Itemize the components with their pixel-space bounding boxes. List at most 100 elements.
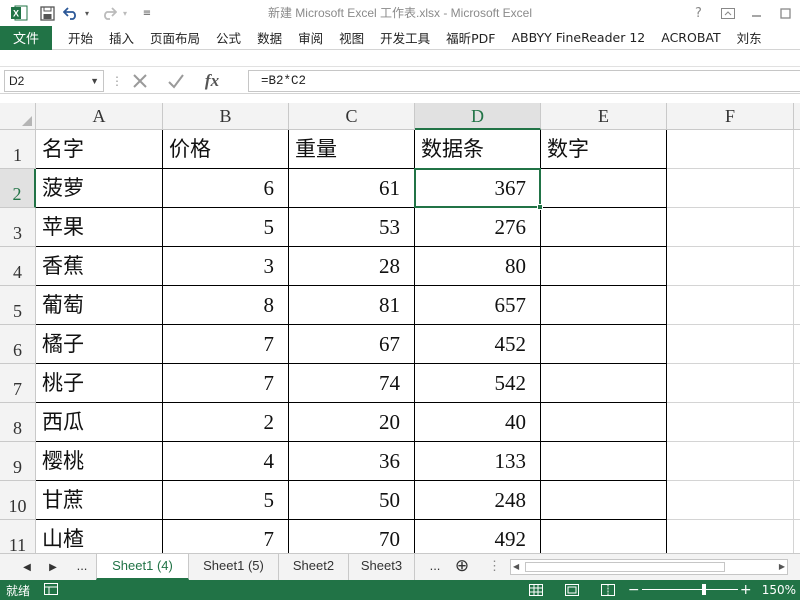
column-header-f[interactable]: F: [667, 103, 794, 130]
cell-e4[interactable]: [541, 247, 667, 286]
cell-a8[interactable]: 西瓜: [36, 403, 163, 442]
cell-c7[interactable]: 74: [289, 364, 415, 403]
tab-developer[interactable]: 开发工具: [372, 26, 438, 50]
cell-b1[interactable]: 价格: [163, 130, 289, 169]
cell-c1[interactable]: 重量: [289, 130, 415, 169]
cell-next-4[interactable]: [794, 247, 800, 286]
cell-d9[interactable]: 133: [415, 442, 541, 481]
cell-next-3[interactable]: [794, 208, 800, 247]
cell-a9[interactable]: 樱桃: [36, 442, 163, 481]
tab-acrobat[interactable]: ACROBAT: [653, 26, 728, 50]
cell-f8[interactable]: [667, 403, 794, 442]
cell-d5[interactable]: 657: [415, 286, 541, 325]
cell-next-10[interactable]: [794, 481, 800, 520]
zoom-in-icon[interactable]: +: [738, 580, 754, 600]
cell-f5[interactable]: [667, 286, 794, 325]
sheet-more-right[interactable]: ...: [422, 554, 448, 580]
cell-a1[interactable]: 名字: [36, 130, 163, 169]
macro-record-icon[interactable]: [44, 582, 59, 598]
cell-b6[interactable]: 7: [163, 325, 289, 364]
redo-icon[interactable]: [98, 2, 120, 24]
row-header-4[interactable]: 4: [0, 247, 36, 286]
cell-a4[interactable]: 香蕉: [36, 247, 163, 286]
cell-d4[interactable]: 80: [415, 247, 541, 286]
cell-e9[interactable]: [541, 442, 667, 481]
sheet-tab-sheet1-4[interactable]: Sheet1 (4): [96, 554, 189, 580]
cell-c2[interactable]: 61: [289, 169, 415, 208]
cell-b2[interactable]: 6: [163, 169, 289, 208]
cell-d7[interactable]: 542: [415, 364, 541, 403]
cell-c4[interactable]: 28: [289, 247, 415, 286]
cell-b11[interactable]: 7: [163, 520, 289, 553]
undo-dropdown-icon[interactable]: ▾: [82, 2, 92, 24]
cell-b7[interactable]: 7: [163, 364, 289, 403]
cell-f1[interactable]: [667, 130, 794, 169]
worksheet-grid[interactable]: A B C D E F 1 名字 价格 重量 数据条 数字 2 菠萝 6 61 367 3 苹果 5 53 276 4 香蕉 3…: [0, 103, 800, 553]
sheet-scroll-right-icon[interactable]: ▶: [42, 554, 64, 580]
cell-e1[interactable]: 数字: [541, 130, 667, 169]
cell-d2[interactable]: 367: [415, 169, 541, 208]
row-header-10[interactable]: 10: [0, 481, 36, 520]
cell-b4[interactable]: 3: [163, 247, 289, 286]
page-break-view-icon[interactable]: [590, 580, 626, 600]
cell-f9[interactable]: [667, 442, 794, 481]
column-header-e[interactable]: E: [541, 103, 667, 130]
cell-a2[interactable]: 菠萝: [36, 169, 163, 208]
zoom-slider-thumb[interactable]: [701, 584, 706, 595]
scroll-right-arrow-icon[interactable]: ▶: [779, 560, 785, 574]
column-header-next[interactable]: [794, 103, 800, 130]
cell-d8[interactable]: 40: [415, 403, 541, 442]
cell-c5[interactable]: 81: [289, 286, 415, 325]
tab-splitter-icon[interactable]: ⋮: [488, 554, 501, 580]
cell-f10[interactable]: [667, 481, 794, 520]
row-header-8[interactable]: 8: [0, 403, 36, 442]
cell-e8[interactable]: [541, 403, 667, 442]
cell-d1[interactable]: 数据条: [415, 130, 541, 169]
normal-view-icon[interactable]: [518, 580, 554, 600]
maximize-icon[interactable]: [771, 0, 800, 26]
cell-next-11[interactable]: [794, 520, 800, 553]
minimize-icon[interactable]: [742, 0, 771, 26]
tab-review[interactable]: 审阅: [290, 26, 331, 50]
cell-f2[interactable]: [667, 169, 794, 208]
cell-b10[interactable]: 5: [163, 481, 289, 520]
tab-abbyy[interactable]: ABBYY FineReader 12: [503, 26, 653, 50]
row-header-3[interactable]: 3: [0, 208, 36, 247]
cell-d3[interactable]: 276: [415, 208, 541, 247]
user-account[interactable]: 刘东: [729, 26, 770, 50]
cell-e7[interactable]: [541, 364, 667, 403]
customize-qat-icon[interactable]: ≡: [138, 2, 156, 24]
row-header-7[interactable]: 7: [0, 364, 36, 403]
cell-next-2[interactable]: [794, 169, 800, 208]
enter-icon[interactable]: [158, 70, 194, 92]
page-layout-view-icon[interactable]: [554, 580, 590, 600]
tab-home[interactable]: 开始: [60, 26, 101, 50]
cell-e10[interactable]: [541, 481, 667, 520]
cell-c9[interactable]: 36: [289, 442, 415, 481]
row-header-9[interactable]: 9: [0, 442, 36, 481]
cell-next-8[interactable]: [794, 403, 800, 442]
scroll-thumb[interactable]: [525, 562, 725, 572]
sheet-tab-sheet3[interactable]: Sheet3: [349, 554, 415, 580]
tab-view[interactable]: 视图: [331, 26, 372, 50]
cell-f4[interactable]: [667, 247, 794, 286]
cell-b9[interactable]: 4: [163, 442, 289, 481]
cell-f11[interactable]: [667, 520, 794, 553]
tab-foxit-pdf[interactable]: 福昕PDF: [438, 26, 503, 50]
cell-a6[interactable]: 橘子: [36, 325, 163, 364]
cell-a7[interactable]: 桃子: [36, 364, 163, 403]
column-header-c[interactable]: C: [289, 103, 415, 130]
cell-next-9[interactable]: [794, 442, 800, 481]
cell-b8[interactable]: 2: [163, 403, 289, 442]
cell-e2[interactable]: [541, 169, 667, 208]
undo-icon[interactable]: [60, 2, 82, 24]
cell-e5[interactable]: [541, 286, 667, 325]
sheet-tab-sheet1-5[interactable]: Sheet1 (5): [189, 554, 279, 580]
save-icon[interactable]: [34, 2, 60, 24]
select-all-button[interactable]: [0, 103, 36, 130]
column-header-a[interactable]: A: [36, 103, 163, 130]
name-box[interactable]: D2 ▼: [4, 70, 104, 92]
restore-ribbon-icon[interactable]: [713, 0, 742, 26]
formula-input[interactable]: =B2*C2: [248, 70, 800, 92]
column-header-b[interactable]: B: [163, 103, 289, 130]
